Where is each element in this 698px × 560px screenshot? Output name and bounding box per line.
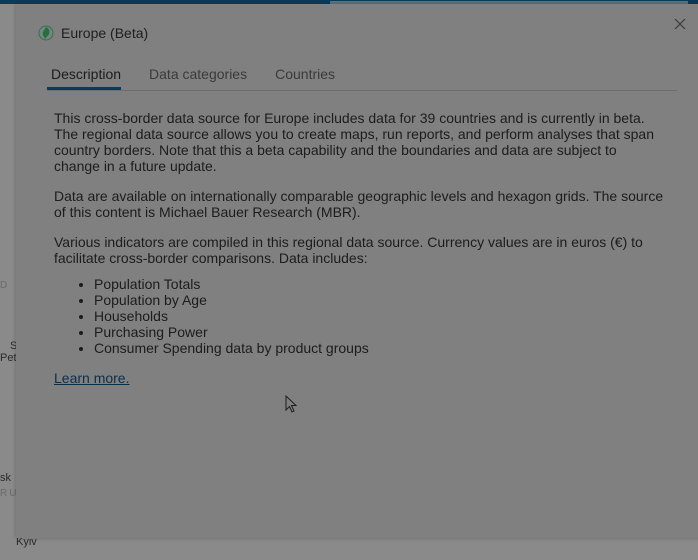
learn-more-link[interactable]: Learn more. — [54, 370, 129, 386]
dialog-title-text: Europe (Beta) — [61, 25, 149, 41]
tab-description[interactable]: Description — [47, 62, 122, 90]
data-includes-list: Population Totals Population by Age Hous… — [54, 276, 664, 356]
description-paragraph: This cross-border data source for Europe… — [54, 110, 654, 174]
list-item: Population Totals — [94, 276, 664, 292]
description-paragraph: Various indicators are compiled in this … — [54, 234, 643, 266]
map-label: D — [0, 280, 10, 291]
list-item: Population by Age — [94, 292, 664, 308]
tab-bar: Description Data categories Countries — [47, 62, 677, 91]
list-item: Consumer Spending data by product groups — [94, 340, 664, 356]
description-paragraph: Data are available on internationally co… — [54, 188, 664, 220]
list-item: Households — [94, 308, 664, 324]
mouse-cursor-icon — [285, 394, 299, 420]
tab-data-categories[interactable]: Data categories — [145, 62, 247, 90]
dialog-title: Europe (Beta) — [38, 25, 148, 41]
description-content: This cross-border data source for Europe… — [54, 110, 664, 386]
globe-icon — [38, 25, 54, 41]
list-item: Purchasing Power — [94, 324, 664, 340]
close-icon[interactable] — [672, 16, 688, 32]
europe-info-dialog: Europe (Beta) Description Data categorie… — [16, 4, 698, 538]
map-label: sk — [0, 472, 11, 484]
tab-countries[interactable]: Countries — [271, 62, 335, 90]
